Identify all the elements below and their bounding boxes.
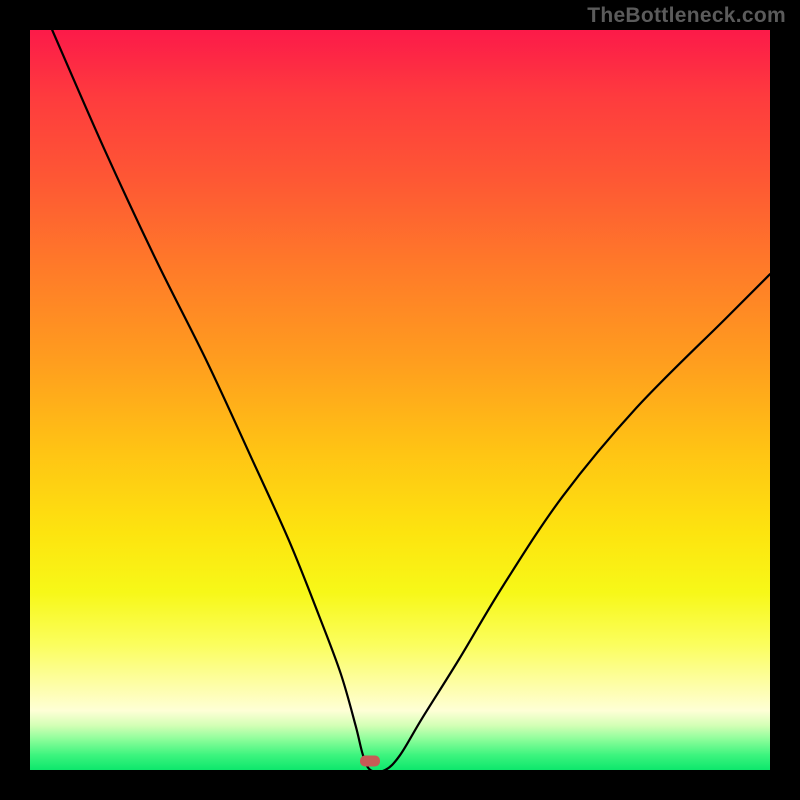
watermark-text: TheBottleneck.com (587, 4, 786, 28)
bottleneck-curve (30, 30, 770, 770)
plot-area (30, 30, 770, 770)
chart-frame: TheBottleneck.com (0, 0, 800, 800)
optimal-point-marker (360, 756, 380, 767)
